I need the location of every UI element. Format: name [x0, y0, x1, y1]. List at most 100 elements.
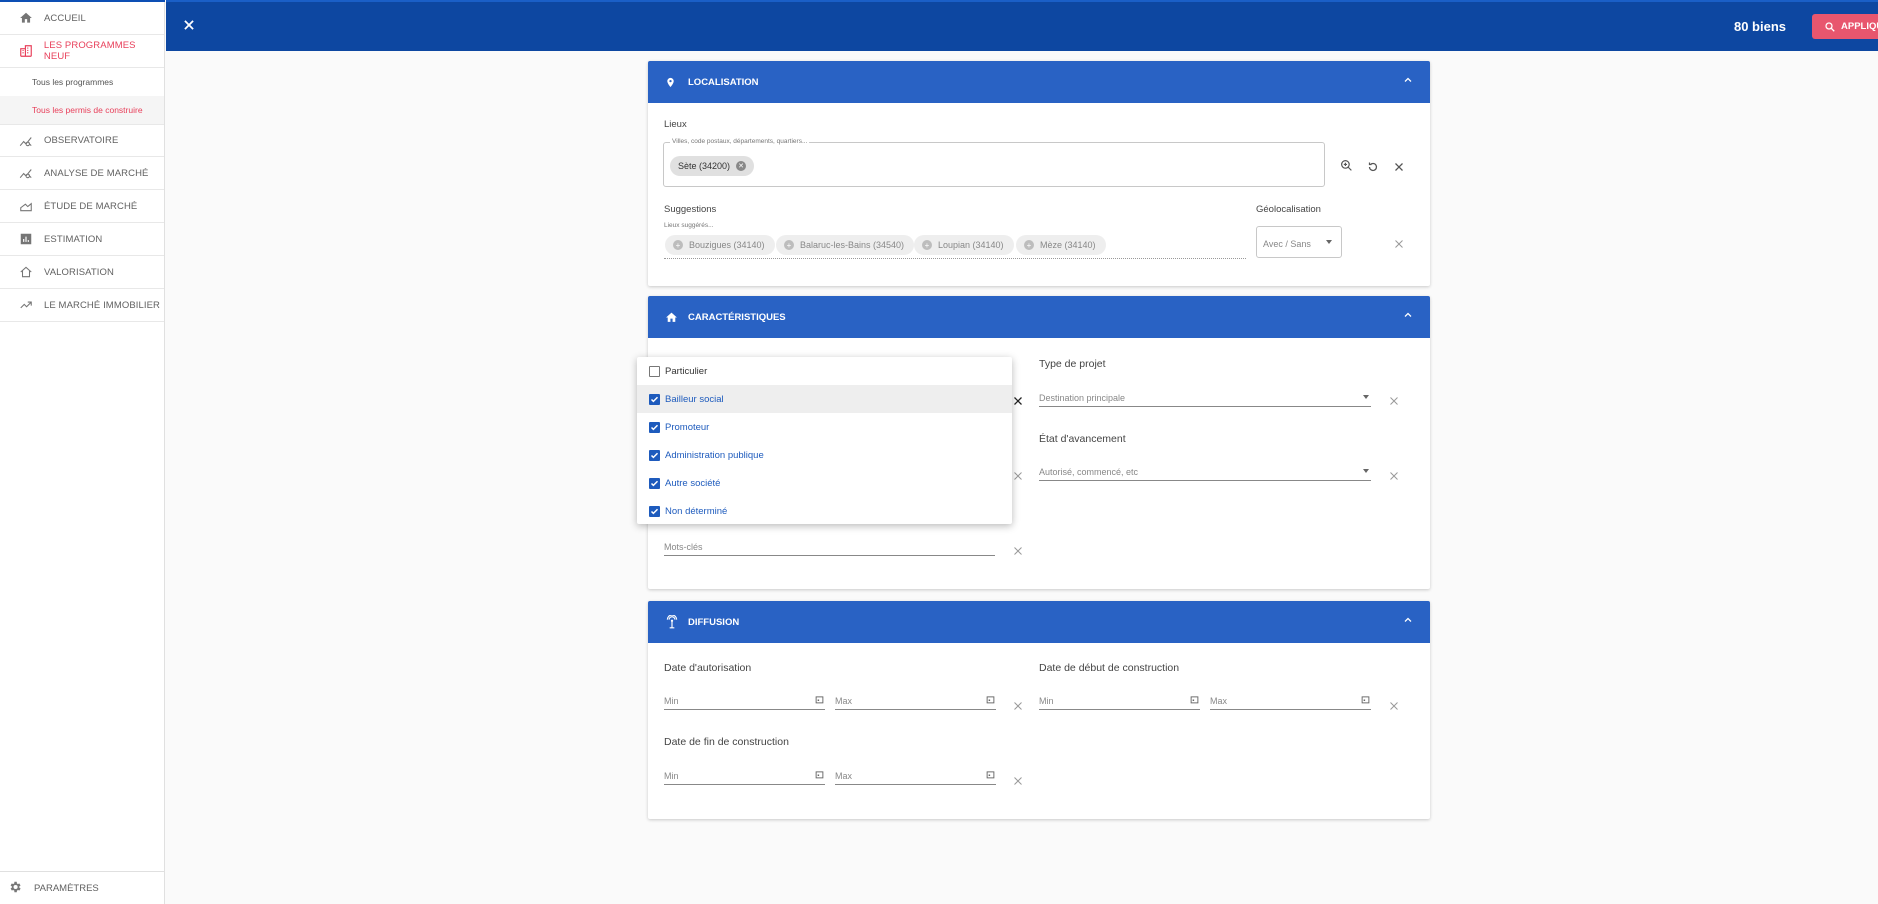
diffusion-header[interactable]: DIFFUSION: [648, 601, 1430, 643]
sidebar-item-accueil[interactable]: ACCUEIL: [0, 2, 164, 35]
date-autorisation-max[interactable]: Max: [835, 696, 996, 710]
sidebar-item-estimation[interactable]: ESTIMATION: [0, 223, 164, 256]
suggested-places-label: Lieux suggérés...: [664, 222, 714, 229]
clear-date-debut-icon[interactable]: [1388, 699, 1400, 711]
clear-field-icon[interactable]: [1012, 469, 1024, 481]
chip-remove-icon[interactable]: ✕: [736, 161, 747, 171]
localisation-header[interactable]: LOCALISATION: [648, 61, 1430, 103]
house-outline-icon: [18, 264, 34, 280]
dropdown-caret-icon: [1326, 240, 1332, 244]
checkbox-checked-icon[interactable]: [649, 477, 660, 489]
option-bailleur-social[interactable]: Bailleur social: [637, 385, 1012, 413]
etat-label: État d'avancement: [1039, 433, 1126, 445]
close-icon[interactable]: [182, 18, 198, 34]
building-icon: [18, 43, 34, 59]
lieux-placeholder: Villes, code postaux, départements, quar…: [670, 138, 810, 145]
date-debut-min[interactable]: Min: [1039, 696, 1200, 710]
sidebar: ACCUEIL LES PROGRAMMES NEUF Tous les pro…: [0, 0, 165, 904]
sidebar-subitem-permis[interactable]: Tous les permis de construire: [0, 96, 164, 124]
etat-select[interactable]: Autorisé, commencé, etc: [1039, 467, 1371, 481]
suggestion-chip[interactable]: + Loupian (34140): [914, 235, 1014, 255]
chevron-up-icon[interactable]: [1402, 74, 1416, 88]
clear-geoloc-icon[interactable]: [1393, 237, 1405, 249]
dropdown-caret-icon: [1363, 395, 1369, 399]
sidebar-item-etude[interactable]: ÉTUDE DE MARCHÉ: [0, 190, 164, 223]
chevron-up-icon[interactable]: [1402, 309, 1416, 323]
lieux-input[interactable]: Villes, code postaux, départements, quar…: [663, 138, 1325, 187]
calendar-icon: [986, 771, 995, 779]
mots-cles-input[interactable]: Mots-clés: [664, 542, 995, 556]
dropdown-caret-icon: [1363, 469, 1369, 473]
broadcast-icon: [665, 615, 679, 629]
sidebar-item-label: ANALYSE DE MARCHÉ: [44, 167, 149, 179]
sidebar-item-marche-immobilier[interactable]: LE MARCHÉ IMMOBILIER: [0, 289, 164, 322]
clear-type-projet-icon[interactable]: [1388, 394, 1400, 406]
settings-button[interactable]: PARAMÈTRES: [0, 871, 165, 904]
sidebar-item-analyse[interactable]: ANALYSE DE MARCHÉ: [0, 157, 164, 190]
option-non-determine[interactable]: Non déterminé: [637, 497, 1012, 525]
option-administration-publique[interactable]: Administration publique: [637, 441, 1012, 469]
checkbox-checked-icon[interactable]: [649, 393, 660, 405]
date-autorisation-label: Date d'autorisation: [664, 662, 752, 674]
date-debut-max[interactable]: Max: [1210, 696, 1371, 710]
chevron-up-icon[interactable]: [1402, 614, 1416, 628]
date-fin-max[interactable]: Max: [835, 771, 996, 785]
add-icon: +: [1024, 240, 1034, 250]
sidebar-item-valorisation[interactable]: VALORISATION: [0, 256, 164, 289]
add-icon: +: [673, 240, 683, 250]
option-particulier[interactable]: Particulier: [637, 357, 1012, 385]
add-icon: +: [784, 240, 794, 250]
checkbox-checked-icon[interactable]: [649, 505, 660, 517]
suggestion-chip[interactable]: + Bouzigues (34140): [665, 235, 775, 255]
diffusion-card: DIFFUSION Date d'autorisation Min Max Da…: [648, 601, 1430, 819]
date-fin-label: Date de fin de construction: [664, 736, 789, 748]
suggestion-chip[interactable]: + Mèze (34140): [1016, 235, 1106, 255]
clear-date-autorisation-icon[interactable]: [1012, 699, 1024, 711]
type-projet-select[interactable]: Destination principale: [1039, 393, 1371, 407]
localisation-card: LOCALISATION Lieux Villes, code postaux,…: [648, 61, 1430, 286]
home-icon: [18, 10, 34, 26]
sidebar-item-label: ACCUEIL: [44, 12, 86, 24]
sidebar-subitem-programmes[interactable]: Tous les programmes: [0, 68, 164, 96]
suggestions-underline: [664, 258, 1246, 259]
sidebar-item-label: OBSERVATOIRE: [44, 135, 119, 146]
apply-button[interactable]: APPLIQU: [1812, 14, 1878, 39]
sidebar-item-label: LE MARCHÉ IMMOBILIER: [44, 299, 161, 311]
reset-icon[interactable]: [1367, 160, 1379, 172]
option-autre-societe[interactable]: Autre société: [637, 469, 1012, 497]
suggestion-chip[interactable]: + Balaruc-les-Bains (34540): [776, 235, 915, 255]
type-porteur-dropdown: Particulier Bailleur social Promoteur Ad…: [637, 357, 1012, 524]
geoloc-select[interactable]: Avec / Sans: [1256, 226, 1342, 258]
lieux-label: Lieux: [664, 119, 687, 130]
map-search-icon[interactable]: [1340, 159, 1352, 171]
clear-etat-icon[interactable]: [1388, 469, 1400, 481]
sidebar-item-observatoire[interactable]: OBSERVATOIRE: [0, 124, 164, 157]
calendar-icon: [815, 696, 824, 704]
settings-label: PARAMÈTRES: [34, 882, 99, 894]
caracteristiques-title: CARACTÉRISTIQUES: [688, 311, 786, 323]
selected-place-chip[interactable]: Sète (34200) ✕: [670, 156, 755, 176]
checkbox-checked-icon[interactable]: [649, 449, 660, 461]
suggestions-label: Suggestions: [664, 204, 717, 215]
calendar-icon: [1190, 696, 1199, 704]
caracteristiques-header[interactable]: CARACTÉRISTIQUES: [648, 296, 1430, 338]
clear-date-fin-icon[interactable]: [1012, 774, 1024, 786]
location-pin-icon: [665, 75, 679, 89]
clear-lieux-icon[interactable]: [1393, 160, 1405, 172]
date-fin-min[interactable]: Min: [664, 771, 825, 785]
sidebar-item-label: VALORISATION: [44, 266, 115, 278]
option-promoteur[interactable]: Promoteur: [637, 413, 1012, 441]
clear-porteur-icon[interactable]: [1012, 394, 1024, 406]
results-count: 80 biens: [1733, 19, 1786, 34]
clear-mots-cles-icon[interactable]: [1012, 544, 1024, 556]
date-autorisation-min[interactable]: Min: [664, 696, 825, 710]
sidebar-item-programmes-neuf[interactable]: LES PROGRAMMES NEUF: [0, 35, 164, 68]
search-icon: [1825, 21, 1835, 32]
date-debut-label: Date de début de construction: [1039, 662, 1180, 674]
checkbox-unchecked-icon[interactable]: [649, 365, 660, 377]
checkbox-checked-icon[interactable]: [649, 421, 660, 433]
gear-icon: [8, 880, 24, 896]
area-chart-icon: [18, 198, 34, 214]
chart-line-icon: [18, 165, 34, 181]
home-icon: [665, 310, 679, 324]
